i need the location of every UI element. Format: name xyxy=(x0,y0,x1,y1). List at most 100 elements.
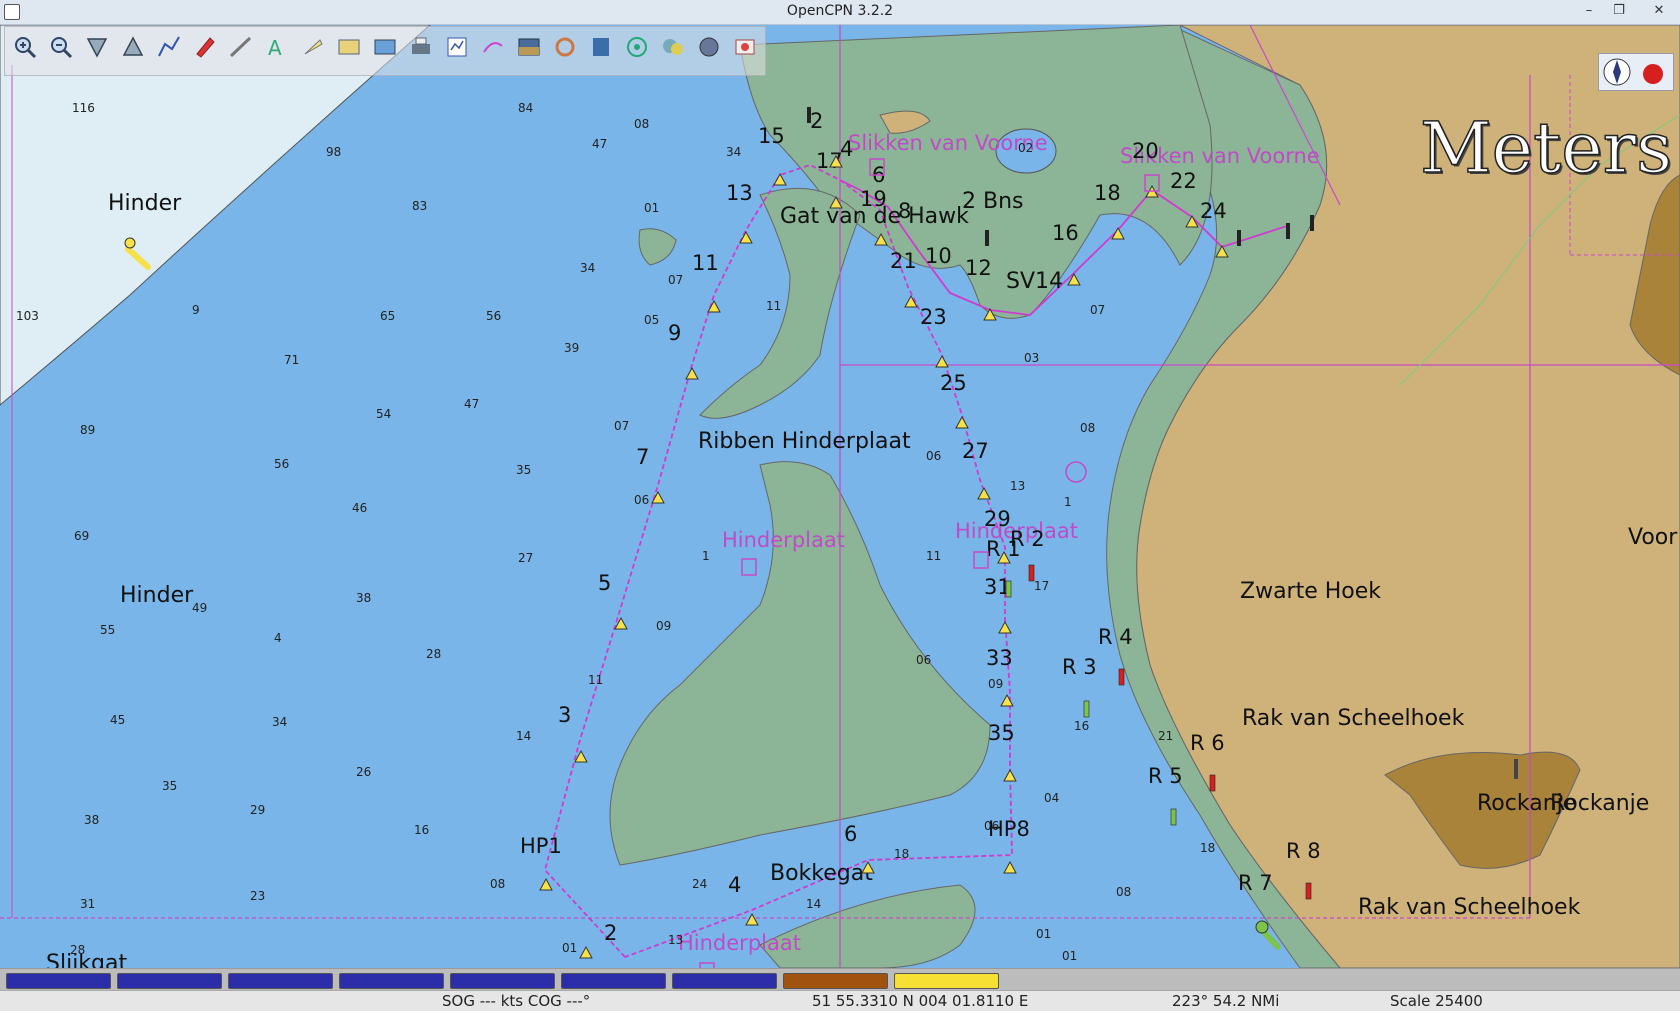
title-bar: OpenCPN 3.2.2 – ❐ ✕ xyxy=(0,0,1680,25)
measure-icon xyxy=(229,36,252,58)
scale-readout: Scale 25400 xyxy=(1390,992,1483,1010)
buoy-markers[interactable] xyxy=(0,25,1680,968)
svg-text:A: A xyxy=(268,36,282,60)
piano-key[interactable] xyxy=(450,973,555,989)
buoy-marker xyxy=(1185,214,1199,228)
buoy-marker xyxy=(861,860,875,874)
zoom-in-button[interactable] xyxy=(9,30,41,64)
zoom-out-button[interactable] xyxy=(45,30,77,64)
color-scheme-button[interactable] xyxy=(513,30,545,64)
scale-out-icon xyxy=(122,36,144,56)
buoy-marker xyxy=(955,415,969,429)
beacon xyxy=(985,230,989,246)
mob-icon xyxy=(735,39,755,55)
chart-canvas[interactable]: Meters Hinder Hinder Slijkgat Ribben Hinder… xyxy=(0,25,1680,993)
green-buoy xyxy=(1083,700,1090,718)
buoy-marker xyxy=(745,912,759,926)
chart-bar-icon xyxy=(374,39,396,55)
piano-key[interactable] xyxy=(561,973,666,989)
beacon xyxy=(1237,230,1241,246)
buoy-marker xyxy=(997,550,1011,564)
buoy-marker xyxy=(983,307,997,321)
print-icon xyxy=(412,37,430,54)
tide-icon xyxy=(593,38,609,56)
red-buoy xyxy=(1118,668,1125,686)
track-button[interactable] xyxy=(477,30,509,64)
red-buoy xyxy=(1209,774,1216,792)
text-button[interactable]: A xyxy=(261,30,293,64)
ais-icon xyxy=(663,39,683,55)
buoy-marker xyxy=(1111,226,1125,240)
globe-button[interactable] xyxy=(693,30,725,64)
info-markers xyxy=(699,158,1160,968)
piano-key[interactable] xyxy=(672,973,777,989)
route-icon xyxy=(158,36,180,57)
chart-button[interactable] xyxy=(333,30,365,64)
route-button[interactable] xyxy=(153,30,185,64)
buoy-marker xyxy=(1003,860,1017,874)
buoy-marker xyxy=(773,172,787,186)
zoom-in-icon xyxy=(15,37,37,59)
beacon xyxy=(807,107,811,123)
close-button[interactable]: ✕ xyxy=(1648,2,1670,20)
buoy-marker xyxy=(904,294,918,308)
compass-widget[interactable] xyxy=(1598,53,1674,91)
print-button[interactable] xyxy=(405,30,437,64)
piano-key[interactable] xyxy=(117,973,222,989)
chart-bar-button[interactable] xyxy=(369,30,401,64)
ship-button[interactable] xyxy=(189,30,221,64)
piano-key[interactable] xyxy=(783,973,888,989)
buoy-marker xyxy=(1215,244,1229,258)
settings-button[interactable] xyxy=(549,30,581,64)
route-manager-button[interactable] xyxy=(441,30,473,64)
measure-button[interactable] xyxy=(225,30,257,64)
buoy-marker xyxy=(685,366,699,380)
light-icon xyxy=(304,39,323,55)
scale-in-button[interactable] xyxy=(81,30,113,64)
buoy-marker xyxy=(1067,272,1081,286)
buoy-marker xyxy=(935,354,949,368)
lateral-buoys xyxy=(807,107,1518,900)
buoy-marker xyxy=(739,230,753,244)
buoy-marker xyxy=(651,490,665,504)
buoy-marker xyxy=(829,154,843,168)
minimize-button[interactable]: – xyxy=(1578,2,1600,20)
beacon xyxy=(1310,215,1314,231)
bearing-distance-readout: 223° 54.2 NMi xyxy=(1172,992,1280,1010)
restore-button[interactable]: ❐ xyxy=(1608,2,1630,20)
buoy-marker xyxy=(1003,768,1017,782)
buoy-marker xyxy=(874,232,888,246)
buoy-marker xyxy=(579,945,593,959)
target-button[interactable] xyxy=(621,30,653,64)
light-button[interactable] xyxy=(297,30,329,64)
buoy-marker xyxy=(829,195,843,209)
green-buoy xyxy=(1005,580,1012,598)
buoy-marker xyxy=(574,749,588,763)
green-buoy xyxy=(1170,808,1177,826)
piano-key[interactable] xyxy=(894,973,999,989)
ship-icon xyxy=(196,37,215,58)
light-markers xyxy=(124,237,1281,950)
piano-key[interactable] xyxy=(6,973,111,989)
buoy-marker xyxy=(707,299,721,313)
main-toolbar: A xyxy=(4,26,766,76)
window-title: OpenCPN 3.2.2 xyxy=(786,3,894,19)
piano-key[interactable] xyxy=(339,973,444,989)
scale-out-button[interactable] xyxy=(117,30,149,64)
beacon xyxy=(1514,759,1518,779)
target-icon xyxy=(627,37,647,57)
ais-button[interactable] xyxy=(657,30,689,64)
mob-button[interactable] xyxy=(729,30,761,64)
status-bar: SOG --- kts COG ---° 51 55.3310 N 004 01… xyxy=(0,990,1680,1011)
piano-key[interactable] xyxy=(228,973,333,989)
buoy-marker xyxy=(1000,693,1014,707)
red-buoy xyxy=(1028,564,1035,582)
buoy-marker xyxy=(998,620,1012,634)
cursor-position-readout: 51 55.3310 N 004 01.8110 E xyxy=(812,992,1029,1010)
chart-piano-bar[interactable] xyxy=(0,968,1680,991)
text-icon: A xyxy=(268,36,282,60)
track-icon xyxy=(483,42,503,53)
tide-button[interactable] xyxy=(585,30,617,64)
zoom-out-icon xyxy=(51,37,73,59)
gps-status-icon xyxy=(1643,64,1663,84)
